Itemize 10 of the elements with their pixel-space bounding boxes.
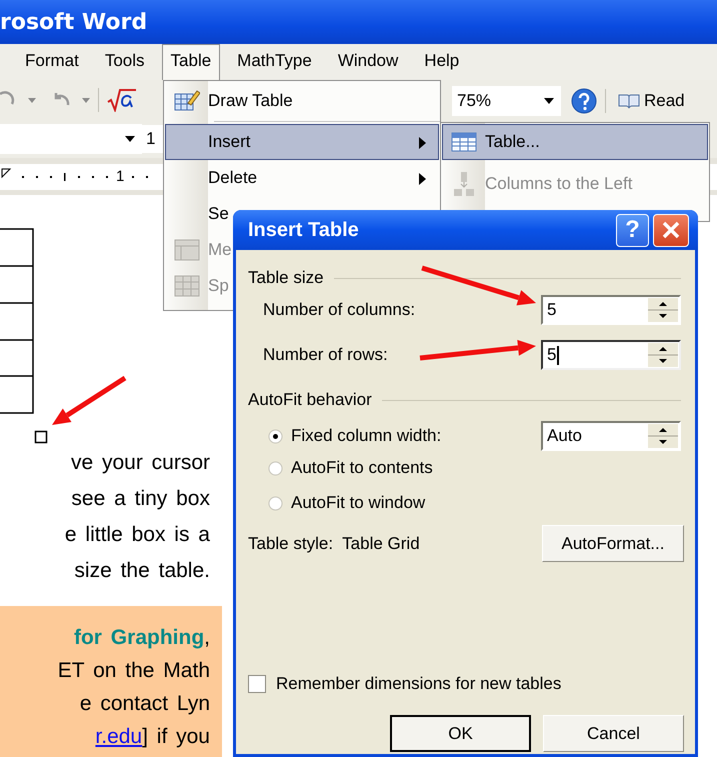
field-label: Number of columns: <box>263 300 416 320</box>
field-label: Number of rows: <box>263 345 388 365</box>
ruler-number: 1 <box>116 168 124 185</box>
window-title: rosoft Word <box>0 10 148 34</box>
group-label: Table size <box>248 268 324 288</box>
note-text: for Graphing, ET on the Math e contact Lyn r.edu] if you <box>0 606 222 757</box>
table-style-text: Table style: Table Grid <box>248 534 420 554</box>
instruction-text: ve your cursor see a tiny box e little box is a size the table. <box>64 450 210 584</box>
dialog-title: Insert Table <box>248 218 360 242</box>
group-label: AutoFit behavior <box>248 390 372 410</box>
